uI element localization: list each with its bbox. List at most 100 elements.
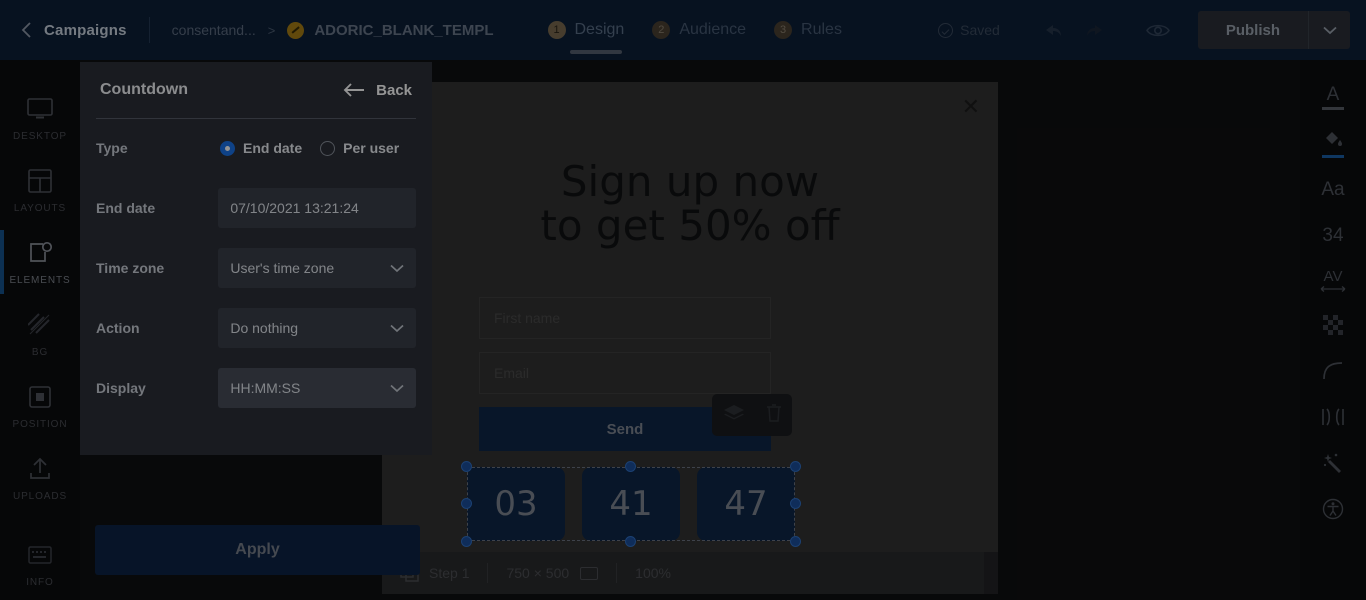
resize-handle-middle-left[interactable] [461, 498, 472, 509]
preview-button[interactable] [1136, 0, 1180, 60]
timezone-select[interactable]: User's time zone [218, 248, 416, 288]
status-zoom[interactable]: 100% [617, 552, 689, 594]
left-sidebar: DESKTOP LAYOUTS ELEMENTS BG POSITION UPL… [0, 60, 80, 600]
resize-handle-bottom-left[interactable] [461, 536, 472, 547]
resize-handle-top-left[interactable] [461, 461, 472, 472]
canvas-scrollbar[interactable] [984, 552, 998, 594]
publish-dropdown-toggle[interactable] [1308, 11, 1350, 49]
header-actions: Saved Publish [938, 0, 1366, 60]
panel-title: Countdown [100, 81, 188, 98]
publish-button[interactable]: Publish [1197, 11, 1308, 49]
toolbar-border-radius[interactable] [1300, 350, 1366, 396]
apply-button[interactable]: Apply [95, 525, 420, 575]
toolbar-effects[interactable] [1300, 442, 1366, 488]
action-label: Action [96, 320, 140, 336]
step-number: 2 [652, 21, 671, 39]
resize-handle-top-center[interactable] [625, 461, 636, 472]
back-chevron-icon[interactable] [18, 22, 34, 38]
toolbar-text-color[interactable]: A [1300, 74, 1366, 120]
status-step-label: Step 1 [429, 565, 470, 581]
check-circle-icon [938, 22, 954, 38]
sidebar-item-label: LAYOUTS [13, 203, 67, 214]
first-name-input[interactable]: First name [479, 297, 771, 339]
radio-per-user-label: Per user [343, 140, 400, 156]
monitor-icon [27, 94, 53, 124]
radio-end-date-label: End date [243, 140, 303, 156]
sidebar-item-position[interactable]: POSITION [0, 370, 80, 442]
toolbar-font-family[interactable]: Aa [1300, 166, 1366, 212]
dimensions-label: 750 × 500 [506, 565, 570, 581]
action-select[interactable]: Do nothing [218, 308, 416, 348]
popup-preview: ✕ Sign up now to get 50% off First name … [382, 82, 998, 594]
sidebar-item-label: INFO [26, 577, 54, 588]
radio-end-date[interactable]: End date [220, 140, 302, 156]
sidebar-item-label: ELEMENTS [9, 275, 71, 286]
panel-back-button[interactable]: Back [343, 82, 412, 99]
toolbar-letter-spacing[interactable]: AV [1300, 258, 1366, 304]
breadcrumb-parent[interactable]: consentand... [172, 22, 256, 38]
resize-handle-bottom-right[interactable] [790, 536, 801, 547]
toolbar-opacity[interactable] [1300, 304, 1366, 350]
canvas-status-bar: Step 1 750 × 500 100% [382, 552, 998, 594]
zoom-label: 100% [635, 565, 671, 581]
fill-color-swatch [1322, 154, 1344, 158]
status-dimensions[interactable]: 750 × 500 [488, 552, 616, 594]
display-label: Display [96, 380, 146, 396]
sidebar-item-uploads[interactable]: UPLOADS [0, 442, 80, 514]
headline-line-1: Sign up now [560, 157, 820, 206]
undo-button[interactable] [1030, 0, 1074, 60]
panel-divider [96, 118, 416, 119]
letter-spacing-icon: AV [1323, 268, 1343, 285]
toolbar-accessibility[interactable] [1300, 488, 1366, 534]
background-stripes-icon [28, 310, 52, 340]
tab-rules[interactable]: 3 Rules [768, 0, 848, 60]
step-label: Design [574, 21, 625, 38]
row-display: Display HH:MM:SS [80, 358, 432, 418]
sidebar-item-layouts[interactable]: LAYOUTS [0, 154, 80, 226]
trash-icon[interactable] [766, 403, 782, 427]
layers-icon[interactable] [723, 404, 745, 427]
end-date-input[interactable]: 07/10/2021 13:21:24 [218, 188, 416, 228]
panel-header: Countdown Back [80, 62, 432, 119]
text-color-icon: A [1326, 83, 1340, 105]
sidebar-item-desktop[interactable]: DESKTOP [0, 82, 80, 154]
tab-design[interactable]: 1 Design [542, 0, 631, 60]
resize-handle-top-right[interactable] [790, 461, 801, 472]
border-radius-icon [1322, 361, 1344, 386]
redo-button[interactable] [1074, 0, 1118, 60]
resize-handle-bottom-center[interactable] [625, 536, 636, 547]
row-end-date: End date 07/10/2021 13:21:24 [80, 178, 432, 238]
accessibility-icon [1322, 498, 1344, 525]
headline-line-2: to get 50% off [540, 201, 840, 251]
timezone-value: User's time zone [230, 260, 335, 276]
toolbar-font-size[interactable]: 34 [1300, 212, 1366, 258]
breadcrumb-campaigns[interactable]: Campaigns [44, 22, 127, 39]
display-select[interactable]: HH:MM:SS [218, 368, 416, 408]
publish-group: Publish [1197, 11, 1350, 49]
sidebar-item-elements[interactable]: ELEMENTS [0, 226, 80, 298]
campaign-status-badge-icon [287, 21, 305, 39]
sidebar-item-info[interactable]: INFO [0, 528, 80, 600]
toolbar-padding[interactable] [1300, 396, 1366, 442]
breadcrumb-separator: > [267, 22, 276, 38]
sidebar-item-label: DESKTOP [13, 131, 67, 142]
popup-headline[interactable]: Sign up now to get 50% off [382, 157, 998, 251]
right-toolbar: A Aa 34 AV [1300, 60, 1366, 600]
email-input[interactable]: Email [479, 352, 771, 394]
radio-per-user[interactable]: Per user [320, 140, 399, 156]
active-tab-underline [569, 50, 622, 54]
tab-audience[interactable]: 2 Audience [646, 0, 752, 60]
close-x-icon[interactable]: ✕ [962, 96, 980, 118]
keyboard-info-icon [28, 540, 52, 570]
breadcrumb-template-name[interactable]: ADORIC_BLANK_TEMPL [314, 22, 493, 39]
radio-indicator-off [320, 140, 336, 156]
type-radio-group: End date Per user [220, 140, 399, 156]
toolbar-fill-color[interactable] [1300, 120, 1366, 166]
countdown-widget[interactable]: 03 41 47 [461, 461, 801, 567]
resize-handle-middle-right[interactable] [790, 498, 801, 509]
desktop-rect-icon [580, 566, 599, 580]
chevron-down-icon [390, 324, 404, 333]
sidebar-item-bg[interactable]: BG [0, 298, 80, 370]
sidebar-item-label: UPLOADS [12, 491, 68, 502]
end-date-label: End date [96, 200, 156, 216]
